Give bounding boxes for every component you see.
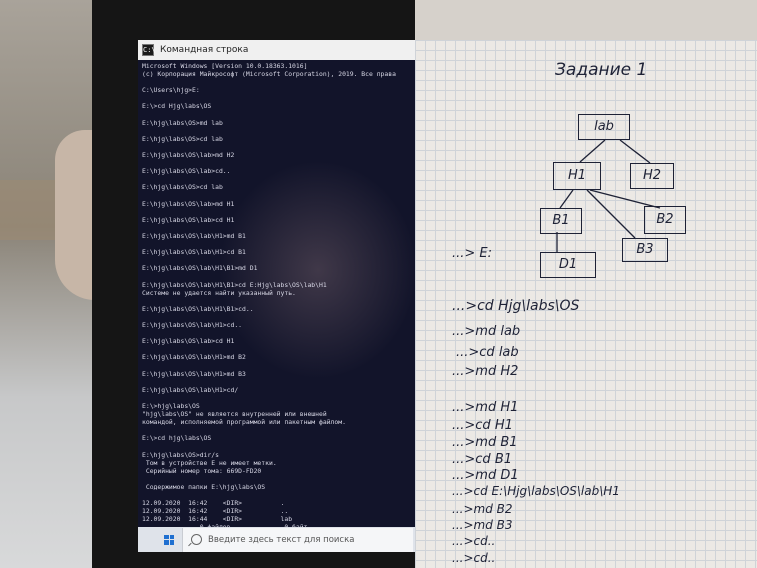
console-line: E:\hjg\labs\OS\lab>md H1 (142, 199, 235, 208)
console-line: 12.09.2020 16:44 <DIR> lab (142, 515, 293, 524)
tree-node-b2: B2 (644, 206, 686, 234)
console-line: (c) Корпорация Майкрософт (Microsoft Cor… (142, 70, 396, 79)
console-line: E:\hjg\labs\OS>md lab (142, 118, 223, 127)
console-line: E:\hjg\labs\OS\lab\H1>md B1 (142, 231, 246, 240)
console-line: 12.09.2020 16:42 <DIR> . (142, 499, 285, 508)
notebook-line-4: ...>cd lab (456, 345, 519, 360)
console-line: E:\hjg\labs\OS\lab\H1>md B3 (142, 369, 246, 378)
notebook-line-2: ...>cd Hjg\labs\OS (452, 298, 580, 314)
cmd-icon: C:\ (142, 44, 156, 56)
notebook-line-14: ...>cd.. (452, 534, 496, 548)
notebook-line-11: ...>cd E:\Hjg\labs\OS\lab\H1 (452, 484, 620, 498)
tree-node-lab: lab (578, 114, 630, 140)
notebook-line-8: ...>md B1 (452, 435, 518, 450)
directory-tree-lines (556, 139, 661, 252)
console-line: E:\>hjg\labs\OS (142, 401, 200, 410)
console-line: E:\hjg\labs\OS\lab\H1\B1>md D1 (142, 264, 258, 273)
notebook-line-9: ...>cd B1 (452, 452, 513, 467)
console-line: C:\Users\hjg>E: (142, 86, 200, 95)
console-line: Microsoft Windows [Version 10.0.18363.10… (142, 62, 308, 70)
tree-node-h1: H1 (553, 162, 601, 190)
windows-start-icon[interactable] (164, 534, 174, 545)
console-line: командой, исполняемой программой или пак… (142, 418, 346, 427)
console-line: E:\hjg\labs\OS\lab>cd H1 (142, 337, 235, 346)
window-title: Командная строка (160, 45, 249, 55)
console-line: E:\hjg\labs\OS\lab\H1>md B2 (142, 353, 246, 362)
notebook-line-13: ...>md B3 (452, 518, 513, 532)
console-line: E:\hjg\labs\OS>cd lab (142, 134, 223, 143)
tree-node-b1: B1 (540, 208, 582, 234)
taskbar: Введите здесь текст для поиска (138, 527, 425, 552)
console-output[interactable]: Microsoft Windows [Version 10.0.18363.10… (142, 62, 425, 532)
paper-top-edge (415, 0, 757, 40)
window-titlebar[interactable]: C:\ Командная строка (138, 40, 425, 60)
console-line: Содержимое папки E:\hjg\labs\OS (142, 482, 266, 491)
laptop-screen: C:\ Командная строка Microsoft Windows [… (138, 40, 425, 552)
console-line: Серийный номер тома: 669D-FD20 (142, 466, 262, 475)
console-line: E:\hjg\labs\OS\lab\H1>cd.. (142, 321, 243, 329)
tree-node-d1: D1 (540, 252, 596, 278)
notebook-line-1: ...> E: (452, 246, 493, 261)
console-line: E:\hjg\labs\OS>dir/s (142, 450, 219, 459)
console-line: E:\>cd hjg\labs\OS (142, 434, 212, 443)
notebook-line-7: ...>cd H1 (452, 418, 513, 433)
notebook-line-10: ...>md D1 (452, 468, 519, 483)
tree-node-h2: H2 (630, 163, 674, 189)
notebook-line-12: ...>md B2 (452, 502, 513, 516)
notebook-line-15: ...>cd.. (452, 551, 496, 565)
console-line: E:\>cd Hjg\labs\OS (142, 102, 212, 111)
notebook-line-6: ...>md H1 (452, 400, 519, 415)
console-line: E:\hjg\labs\OS\lab\H1>cd/ (142, 385, 239, 394)
console-line: E:\hjg\labs\OS>cd lab (142, 183, 223, 192)
console-line: E:\hjg\labs\OS\lab>md H2 (142, 151, 235, 160)
console-line: E:\hjg\labs\OS\lab\H1\B1>cd.. (142, 304, 254, 313)
console-line: E:\hjg\labs\OS\lab>cd H1 (142, 215, 235, 224)
console-line: E:\hjg\labs\OS\lab\H1\B1>cd E:Hjg\labs\O… (142, 280, 327, 289)
search-icon (191, 534, 202, 545)
notebook-line-3: ...>md lab (452, 324, 521, 339)
console-line: 12.09.2020 16:42 <DIR> .. (142, 507, 289, 516)
tree-node-b3: B3 (622, 238, 668, 262)
console-line: "hjg\labs\OS" не является внутренней или… (142, 410, 327, 419)
taskbar-search[interactable]: Введите здесь текст для поиска (182, 527, 413, 552)
notebook-line-5: ...>md H2 (452, 364, 519, 379)
console-line: Системе не удается найти указанный путь. (142, 288, 296, 297)
console-line: E:\hjg\labs\OS\lab\H1>cd B1 (142, 248, 246, 257)
search-placeholder: Введите здесь текст для поиска (208, 534, 355, 545)
console-line: E:\hjg\labs\OS\lab>cd.. (142, 167, 231, 176)
console-line: Том в устройстве E не имеет метки. (142, 458, 277, 467)
